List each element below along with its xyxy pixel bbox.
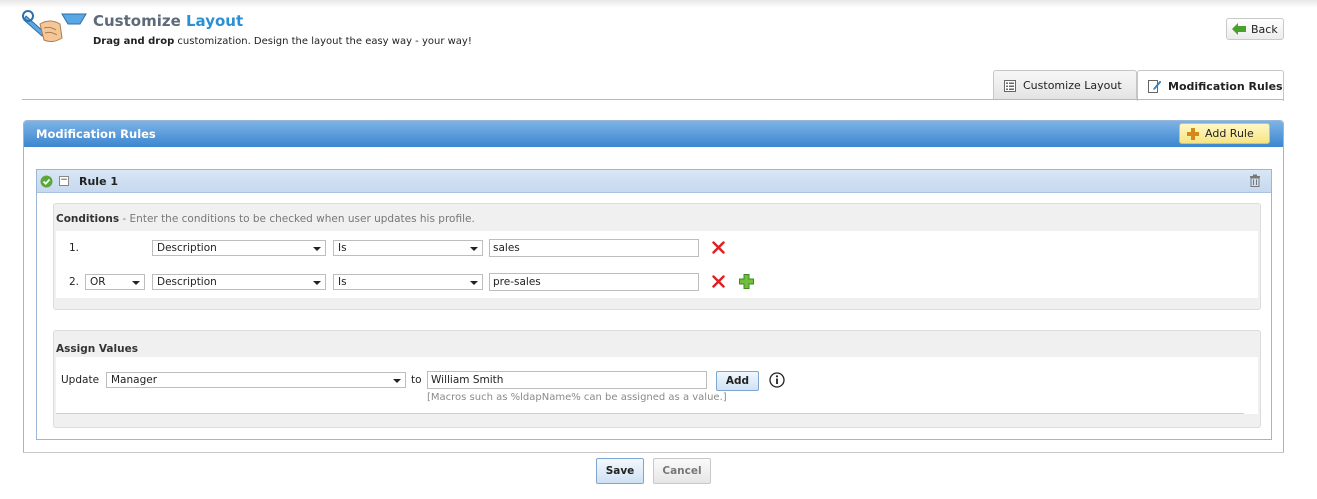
subtitle-bold: Drag and drop	[93, 36, 175, 47]
conditions-hint: - Enter the conditions to be checked whe…	[119, 213, 475, 225]
assign-divider	[56, 413, 1244, 414]
add-rule-button[interactable]: Add Rule	[1179, 123, 1270, 144]
page-title-accent: Layout	[186, 12, 244, 30]
panel-title: Modification Rules	[36, 127, 156, 141]
assign-value-input[interactable]: William Smith	[427, 371, 707, 389]
top-shadow-bar	[0, 0, 1317, 8]
chevron-down-icon	[470, 281, 478, 285]
condition-join-value: OR	[90, 276, 106, 288]
condition-field-select[interactable]: Description	[152, 240, 326, 256]
plus-icon	[1187, 127, 1199, 140]
to-label: to	[411, 374, 422, 386]
edit-document-icon	[1148, 80, 1161, 93]
condition-value-text: sales	[493, 242, 520, 254]
assign-values-body: Update Manager to William Smith Add [Mac…	[56, 357, 1258, 414]
conditions-label: Conditions	[56, 213, 120, 225]
back-arrow-icon	[1232, 23, 1246, 35]
cancel-button[interactable]: Cancel	[653, 458, 711, 484]
chevron-down-icon	[313, 247, 321, 251]
condition-operator-select[interactable]: Is	[333, 240, 483, 256]
add-condition-icon[interactable]	[739, 274, 754, 289]
page-title: Customize Layout	[93, 12, 243, 30]
page-title-main: Customize	[93, 12, 186, 30]
save-button[interactable]: Save	[596, 458, 644, 484]
add-rule-label: Add Rule	[1205, 127, 1254, 140]
tab-customize-layout-label: Customize Layout	[1023, 79, 1122, 92]
assign-values-label: Assign Values	[56, 343, 138, 355]
check-circle-icon	[40, 175, 53, 188]
chevron-down-icon	[132, 281, 140, 285]
condition-operator-value: Is	[338, 276, 347, 288]
collapse-toggle-icon[interactable]: −	[59, 176, 69, 186]
conditions-list: 1. Description Is sales 2. OR Descriptio…	[56, 231, 1258, 298]
subtitle-rest: customization. Design the layout the eas…	[174, 36, 472, 47]
tabs-divider	[22, 99, 1284, 100]
layout-list-icon	[1004, 79, 1016, 92]
condition-number: 1.	[69, 242, 80, 254]
remove-condition-icon[interactable]	[712, 241, 725, 254]
condition-value-text: pre-sales	[493, 276, 541, 288]
condition-value-input[interactable]: sales	[489, 239, 699, 257]
condition-join-select[interactable]: OR	[85, 274, 145, 290]
rule-title: Rule 1	[79, 175, 119, 188]
chevron-down-icon	[470, 247, 478, 251]
condition-operator-value: Is	[338, 242, 347, 254]
conditions-heading: Conditions - Enter the conditions to be …	[56, 213, 475, 225]
assign-values-section: Assign Values Update Manager to William …	[53, 330, 1261, 428]
rule-box: − Rule 1 Conditions - Enter the conditio…	[36, 169, 1272, 440]
update-label: Update	[61, 374, 100, 386]
condition-field-select[interactable]: Description	[152, 274, 326, 290]
tools-logo-icon	[22, 10, 87, 43]
page-subtitle: Drag and drop customization. Design the …	[93, 36, 472, 47]
tab-modification-rules-label: Modification Rules	[1168, 79, 1283, 93]
assign-field-select[interactable]: Manager	[106, 372, 406, 388]
panel-header: Modification Rules Add Rule	[24, 121, 1283, 147]
modification-rules-panel: Modification Rules Add Rule − Rule 1 Con…	[23, 120, 1284, 453]
condition-value-input[interactable]: pre-sales	[489, 273, 699, 291]
macro-hint: [Macros such as %ldapName% can be assign…	[427, 392, 727, 403]
condition-field-value: Description	[157, 276, 217, 288]
tab-customize-layout[interactable]: Customize Layout	[993, 70, 1137, 100]
chevron-down-icon	[393, 379, 401, 383]
info-icon[interactable]	[769, 372, 785, 388]
assign-field-value: Manager	[111, 374, 158, 386]
assign-value-text: William Smith	[431, 374, 504, 386]
add-assignment-button[interactable]: Add	[716, 371, 759, 391]
conditions-section: Conditions - Enter the conditions to be …	[53, 203, 1261, 310]
assign-values-heading: Assign Values	[56, 343, 138, 355]
remove-condition-icon[interactable]	[712, 275, 725, 288]
condition-field-value: Description	[157, 242, 217, 254]
back-button[interactable]: Back	[1226, 18, 1284, 40]
back-button-label: Back	[1251, 22, 1278, 36]
chevron-down-icon	[313, 281, 321, 285]
rule-header: − Rule 1	[37, 170, 1271, 193]
tab-modification-rules[interactable]: Modification Rules	[1137, 70, 1284, 101]
condition-operator-select[interactable]: Is	[333, 274, 483, 290]
condition-number: 2.	[69, 276, 80, 288]
trash-icon[interactable]	[1249, 174, 1261, 187]
panel-bottom-border	[23, 452, 1284, 453]
